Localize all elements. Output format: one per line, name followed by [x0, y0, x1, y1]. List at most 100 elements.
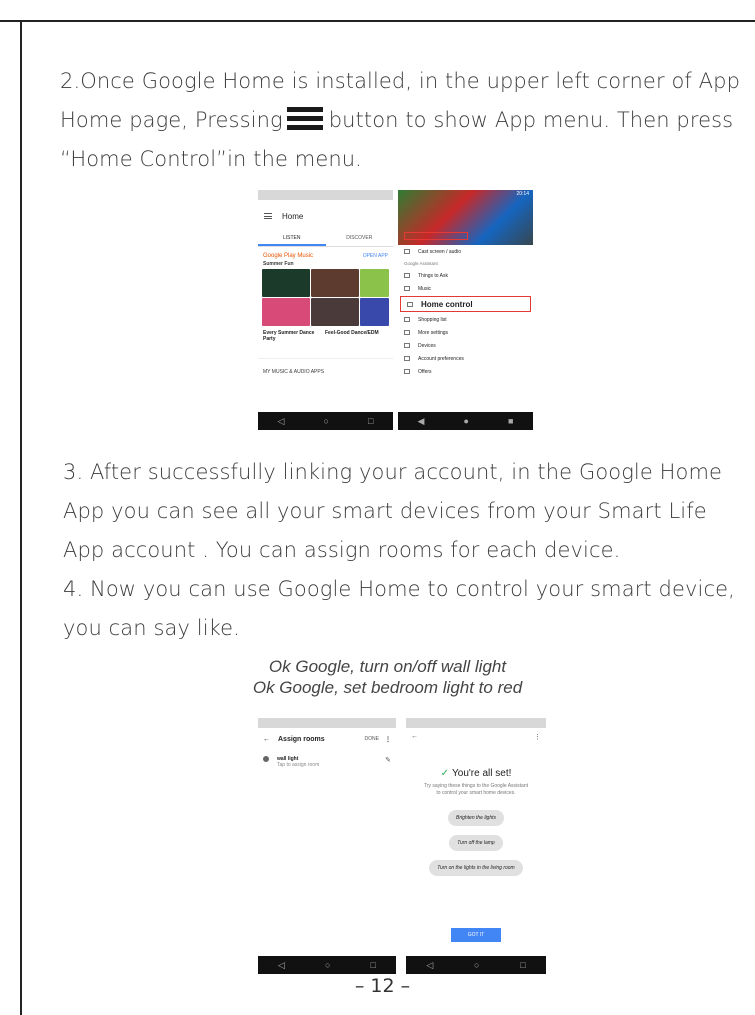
list-icon: [404, 317, 410, 322]
checkmark-icon: ✓: [440, 768, 450, 779]
highlight-box: [404, 232, 468, 240]
overflow-menu-icon[interactable]: ⋮: [534, 733, 541, 741]
menu-item[interactable]: More settings: [398, 326, 533, 339]
status-bar: [258, 190, 393, 200]
menu-item-label: More settings: [418, 329, 449, 336]
back-icon[interactable]: ◁: [278, 416, 285, 427]
success-subtitle: Try saying these things to the Google As…: [423, 783, 529, 796]
location-pin-icon: [407, 301, 413, 307]
home-icon[interactable]: ○: [325, 960, 330, 970]
album-art[interactable]: [360, 298, 389, 326]
menu-item[interactable]: Shopping list: [398, 313, 533, 326]
page-number: – 12 –: [354, 975, 411, 997]
menu-item-label: Home control: [421, 299, 473, 309]
success-title: ✓ You're all set!: [406, 768, 546, 779]
back-arrow-icon[interactable]: ←: [411, 733, 418, 740]
home-icon[interactable]: ●: [464, 416, 469, 426]
step-2-paragraph: 2.Once Google Home is installed, in the …: [60, 62, 750, 179]
recents-icon[interactable]: □: [371, 960, 376, 970]
tab-listen[interactable]: LISTEN: [258, 232, 326, 246]
suggestion-chip[interactable]: Turn off the lamp: [449, 835, 503, 851]
menu-item-label: Cast screen / audio: [418, 248, 462, 255]
brand-label: Google Play Music: [263, 253, 314, 259]
back-icon[interactable]: ◀: [418, 416, 425, 427]
album-art[interactable]: [311, 298, 360, 326]
playlist-captions: Every Summer Dance Party Feel-Good Dance…: [258, 328, 393, 348]
card-title: Every Summer Dance Party: [263, 330, 315, 342]
page-left-border: [20, 20, 22, 1015]
steps-3-4: 3. After successfully linking your accou…: [63, 453, 753, 648]
home-icon[interactable]: ○: [324, 416, 329, 426]
account-icon: [404, 356, 410, 361]
open-app-link[interactable]: OPEN APP: [363, 253, 388, 259]
menu-item-label: Offers: [418, 368, 432, 375]
screenshot-assign-rooms: ← Assign rooms DONE ⋮ wall light Tap to …: [258, 718, 396, 974]
cast-icon: [404, 249, 410, 254]
device-row[interactable]: wall light Tap to assign room ✎: [258, 750, 396, 774]
success-title-text: You're all set!: [452, 768, 512, 779]
menu-item-label: Shopping list: [418, 316, 447, 323]
music-icon: [404, 286, 410, 291]
assign-title: Assign rooms: [278, 735, 325, 743]
status-time: 20:14: [516, 191, 529, 197]
suggestion-chip[interactable]: Brighten the lights: [447, 810, 505, 826]
tab-discover[interactable]: DISCOVER: [326, 232, 394, 246]
voice-example: Ok Google, set bedroom light to red: [252, 678, 523, 697]
music-card-header: Google Play Music OPEN APP: [258, 247, 393, 261]
menu-item-label: Things to Ask: [418, 272, 449, 279]
menu-item[interactable]: Music: [398, 282, 533, 295]
status-bar: [406, 718, 546, 728]
suggestion-chip[interactable]: Turn on the lights in the living room: [429, 860, 523, 876]
menu-item[interactable]: Account preferences: [398, 352, 533, 365]
chat-icon: [404, 273, 410, 278]
menu-item-label: Music: [418, 285, 432, 292]
section-label: MY MUSIC & AUDIO APPS: [258, 358, 393, 377]
recents-icon[interactable]: □: [368, 416, 373, 426]
page-top-border: [0, 20, 755, 22]
menu-item[interactable]: Things to Ask: [398, 269, 533, 282]
android-nav-bar: ◀ ● ■: [398, 412, 533, 430]
album-art[interactable]: [262, 298, 311, 326]
offers-icon: [404, 369, 410, 374]
album-art[interactable]: [262, 269, 311, 297]
tab-bar: LISTEN DISCOVER: [258, 232, 393, 247]
back-icon[interactable]: ◁: [278, 960, 285, 971]
more-icon: [404, 330, 410, 335]
screenshot-all-set: ← ⋮ ✓ You're all set! Try saying these th…: [406, 718, 546, 974]
back-arrow-icon[interactable]: ←: [263, 736, 270, 743]
menu-item-home-control[interactable]: Home control: [400, 296, 531, 312]
done-button[interactable]: DONE: [365, 736, 379, 742]
menu-item[interactable]: Offers: [398, 365, 533, 378]
hamburger-menu-icon: [286, 105, 323, 131]
menu-item-label: Devices: [418, 342, 436, 349]
voice-examples: Ok Google, turn on/off wall light Ok Goo…: [0, 656, 755, 698]
app-header: Home: [258, 200, 393, 232]
device-icon: [263, 756, 269, 762]
back-row: ← ⋮: [406, 728, 546, 748]
home-icon[interactable]: ○: [474, 960, 479, 970]
menu-item-label: Account preferences: [418, 355, 464, 362]
menu-section-label: Google Assistant: [404, 261, 438, 266]
album-art[interactable]: [360, 269, 389, 297]
screenshot-home-screen: Home LISTEN DISCOVER Google Play Music O…: [258, 190, 393, 430]
menu-item[interactable]: Cast screen / audio: [398, 245, 533, 258]
edit-pencil-icon[interactable]: ✎: [385, 756, 391, 768]
got-it-button[interactable]: GOT IT: [451, 928, 501, 942]
app-title: Home: [282, 211, 304, 221]
hamburger-icon[interactable]: [264, 213, 272, 219]
menu-item[interactable]: Devices: [398, 339, 533, 352]
album-art[interactable]: [311, 269, 360, 297]
android-nav-bar: ◁ ○ □: [258, 412, 393, 430]
overflow-menu-icon[interactable]: ⋮: [385, 736, 391, 743]
back-icon[interactable]: ◁: [426, 960, 433, 971]
voice-example: Ok Google, turn on/off wall light: [268, 657, 507, 676]
devices-icon: [404, 343, 410, 348]
android-nav-bar: ◁ ○ □: [258, 956, 396, 974]
recents-icon[interactable]: □: [520, 960, 525, 970]
account-banner: 20:14: [398, 190, 533, 245]
assign-header: ← Assign rooms DONE ⋮: [258, 728, 396, 750]
recents-icon[interactable]: ■: [508, 416, 513, 426]
step-4-text: 4. Now you can use Google Home to contro…: [63, 577, 735, 640]
step-3-text: 3. After successfully linking your accou…: [63, 460, 723, 562]
album-tiles: [258, 267, 393, 328]
